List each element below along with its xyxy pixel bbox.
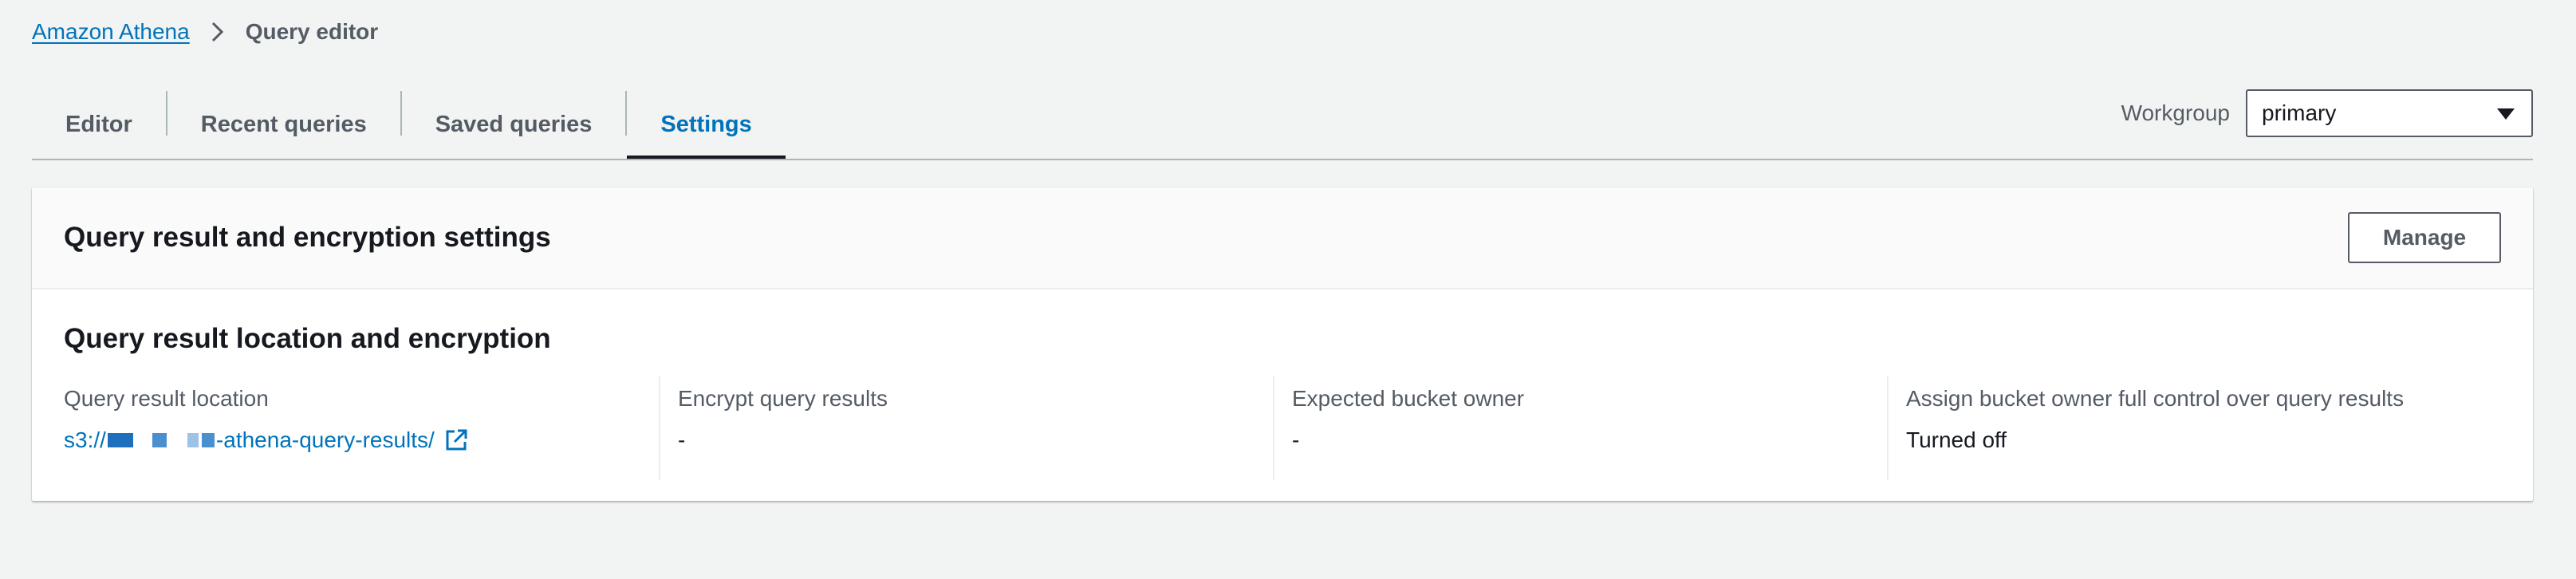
panel-header: Query result and encryption settings Man… — [32, 187, 2533, 290]
breadcrumb-amazon-athena-link[interactable]: Amazon Athena — [32, 19, 190, 45]
workgroup-select[interactable]: primary — [2246, 89, 2533, 137]
section-title: Query result location and encryption — [64, 323, 551, 354]
tab-list: Editor Recent queries Saved queries Sett… — [32, 89, 786, 160]
column-query-result-location: Query result location s3:// -athena-quer… — [64, 376, 659, 480]
tab-settings[interactable]: Settings — [627, 89, 786, 160]
external-link-icon — [444, 428, 468, 452]
tab-editor[interactable]: Editor — [32, 89, 166, 160]
redacted-block — [152, 433, 167, 447]
chevron-right-icon — [204, 18, 231, 45]
redacted-block — [187, 433, 199, 447]
column-value: Turned off — [1906, 427, 2007, 452]
column-expected-bucket-owner: Expected bucket owner - — [1273, 376, 1887, 480]
column-bucket-owner-full-control: Assign bucket owner full control over qu… — [1887, 376, 2501, 480]
manage-button[interactable]: Manage — [2348, 212, 2501, 263]
breadcrumb: Amazon Athena Query editor — [32, 16, 378, 48]
column-label: Assign bucket owner full control over qu… — [1906, 386, 2405, 411]
workgroup-selector: Workgroup primary — [2121, 89, 2533, 137]
workgroup-label: Workgroup — [2121, 100, 2230, 125]
breadcrumb-current: Query editor — [245, 19, 379, 44]
redacted-block — [107, 433, 133, 447]
caret-down-icon — [2496, 100, 2515, 126]
panel-title: Query result and encryption settings — [64, 222, 551, 253]
column-label: Expected bucket owner — [1292, 386, 1525, 411]
tab-recent-queries[interactable]: Recent queries — [167, 89, 400, 160]
tabs-divider-line — [32, 159, 2533, 160]
column-value: - — [1292, 427, 1300, 452]
column-label: Encrypt query results — [678, 386, 888, 411]
column-value: s3:// -athena-query-results/ — [64, 427, 659, 453]
workgroup-selected-value: primary — [2262, 100, 2337, 125]
query-result-settings-panel: Query result and encryption settings Man… — [32, 187, 2533, 501]
column-value: - — [678, 427, 686, 452]
query-result-location-link[interactable]: s3:// -athena-query-results/ — [64, 427, 468, 453]
s3-prefix: s3:// — [64, 427, 106, 452]
s3-suffix: -athena-query-results/ — [215, 427, 435, 452]
tab-saved-queries[interactable]: Saved queries — [402, 89, 626, 160]
column-label: Query result location — [64, 386, 269, 411]
settings-columns: Query result location s3:// -athena-quer… — [64, 376, 2501, 480]
column-encrypt-query-results: Encrypt query results - — [659, 376, 1273, 480]
redacted-block — [201, 433, 215, 447]
